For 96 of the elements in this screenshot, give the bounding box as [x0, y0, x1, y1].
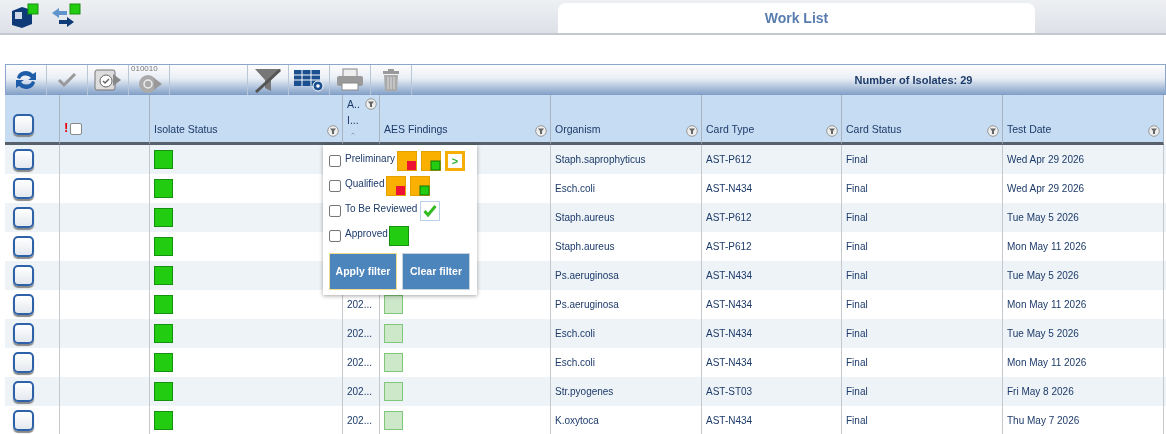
flag-checkbox[interactable] — [70, 123, 83, 135]
row-checkbox[interactable] — [13, 410, 34, 431]
filter-icon[interactable] — [327, 125, 339, 137]
filter-checkbox[interactable] — [329, 205, 341, 217]
row-checkbox[interactable] — [13, 207, 34, 228]
test-date-cell: Mon May 11 2026 — [1007, 241, 1087, 252]
card-type-cell: AST-N434 — [706, 183, 753, 194]
next-indicator: > — [445, 151, 465, 171]
organism-cell: Staph.aureus — [555, 241, 615, 252]
select-all-checkbox[interactable] — [13, 114, 34, 135]
filter-checkbox[interactable] — [329, 155, 341, 167]
test-date-cell: Thu May 7 2026 — [1007, 415, 1080, 426]
approved-icon — [388, 226, 409, 246]
filter-icon[interactable] — [535, 125, 547, 137]
card-type-cell: AST-N434 — [706, 357, 753, 368]
card-type-cell: AST-P612 — [706, 212, 752, 223]
table-cell: 202... — [347, 299, 373, 310]
filter-icon[interactable] — [686, 125, 698, 137]
analyzer-icon[interactable] — [10, 3, 40, 29]
clear-filter-button[interactable]: Clear filter — [402, 253, 470, 290]
table-cell: 202... — [347, 328, 373, 339]
row-checkbox[interactable] — [13, 294, 34, 315]
test-date-cell: Mon May 11 2026 — [1007, 299, 1087, 310]
card-type-cell: AST-P612 — [706, 154, 752, 165]
organism-cell: Esch.coli — [555, 183, 595, 194]
test-date-cell: Tue May 5 2026 — [1007, 212, 1079, 223]
table-cell: 202... — [347, 415, 373, 426]
column-header[interactable]: I... — [347, 114, 359, 126]
button-caption: 010010 — [131, 65, 158, 73]
organism-cell: Staph.aureus — [555, 212, 615, 223]
column-header[interactable]: Card Status — [846, 123, 902, 135]
test-date-cell: Tue May 5 2026 — [1007, 270, 1079, 281]
card-status-cell: Final — [846, 386, 868, 397]
column-header[interactable]: Card Type — [706, 123, 755, 135]
preliminary-ok-icon — [421, 151, 441, 171]
card-status-cell: Final — [846, 270, 868, 281]
filter-option-label[interactable]: To Be Reviewed — [345, 202, 418, 214]
card-type-cell: AST-N434 — [706, 415, 753, 426]
isolate-count: Number of Isolates: 29 — [853, 74, 974, 86]
column-header[interactable]: A.. — [347, 98, 360, 110]
apply-filter-button[interactable]: Apply filter — [329, 253, 397, 290]
row-checkbox[interactable] — [13, 236, 34, 257]
row-checkbox[interactable] — [13, 265, 34, 286]
row-checkbox[interactable] — [13, 381, 34, 402]
preliminary-ok-icon — [410, 176, 431, 196]
filter-icon[interactable] — [826, 125, 838, 137]
filter-checkbox[interactable] — [329, 180, 341, 192]
column-header[interactable]: Organism — [555, 123, 601, 135]
card-status-cell: Final — [846, 415, 868, 426]
card-status-cell: Final — [846, 328, 868, 339]
card-type-cell: AST-N434 — [706, 270, 753, 281]
filter-checkbox[interactable] — [329, 230, 341, 242]
test-date-cell: Wed Apr 29 2026 — [1007, 183, 1085, 194]
organism-cell: Esch.coli — [555, 357, 595, 368]
organism-cell: Str.pyogenes — [555, 386, 614, 397]
organism-cell: Ps.aeruginosa — [555, 270, 619, 281]
table-cell: 202... — [347, 386, 373, 397]
organism-cell: Ps.aeruginosa — [555, 299, 619, 310]
test-date-cell: Fri May 8 2026 — [1007, 386, 1074, 397]
test-date-cell: Wed Apr 29 2026 — [1007, 154, 1085, 165]
row-checkbox[interactable] — [13, 352, 34, 373]
card-type-cell: AST-N434 — [706, 299, 753, 310]
transfer-icon[interactable] — [50, 3, 82, 29]
filter-option-label[interactable]: Preliminary — [345, 152, 395, 164]
row-checkbox[interactable] — [13, 178, 34, 199]
check-icon — [420, 201, 441, 221]
filter-icon[interactable] — [987, 125, 999, 137]
alert-label: ! — [64, 120, 69, 135]
row-checkbox[interactable] — [13, 323, 34, 344]
card-status-cell: Final — [846, 154, 868, 165]
column-header[interactable]: Test Date — [1007, 123, 1052, 135]
filter-icon[interactable] — [365, 98, 377, 110]
column-header[interactable]: AES Findings — [384, 123, 448, 135]
card-status-cell: Final — [846, 212, 868, 223]
row-checkbox[interactable] — [13, 149, 34, 170]
organism-cell: Staph.saprophyticus — [555, 154, 646, 165]
organism-cell: Esch.coli — [555, 328, 595, 339]
preliminary-alert-icon — [397, 151, 417, 171]
table-row[interactable]: 202... Esch.coli AST-N434 Final Tue May 5 2026 — [5, 319, 1166, 348]
work-list-tab[interactable]: Work List — [558, 3, 1035, 33]
card-type-cell: AST-ST03 — [706, 386, 753, 397]
test-date-cell: Tue May 5 2026 — [1007, 328, 1079, 339]
card-status-cell: Final — [846, 241, 868, 252]
test-date-cell: Mon May 11 2026 — [1007, 357, 1087, 368]
card-type-cell: AST-N434 — [706, 328, 753, 339]
card-status-cell: Final — [846, 299, 868, 310]
preliminary-alert-icon — [386, 176, 407, 196]
card-status-cell: Final — [846, 357, 868, 368]
filter-icon[interactable] — [1148, 125, 1160, 137]
table-cell: 202... — [347, 357, 373, 368]
column-header[interactable]: Isolate Status — [154, 123, 218, 135]
card-type-cell: AST-P612 — [706, 241, 752, 252]
table-row[interactable]: 202... Str.pyogenes AST-ST03 Final Fri May 8 2026 — [5, 377, 1166, 406]
filter-option-label[interactable]: Qualified — [345, 177, 385, 189]
organism-cell: K.oxytoca — [555, 415, 599, 426]
card-status-cell: Final — [846, 183, 868, 194]
